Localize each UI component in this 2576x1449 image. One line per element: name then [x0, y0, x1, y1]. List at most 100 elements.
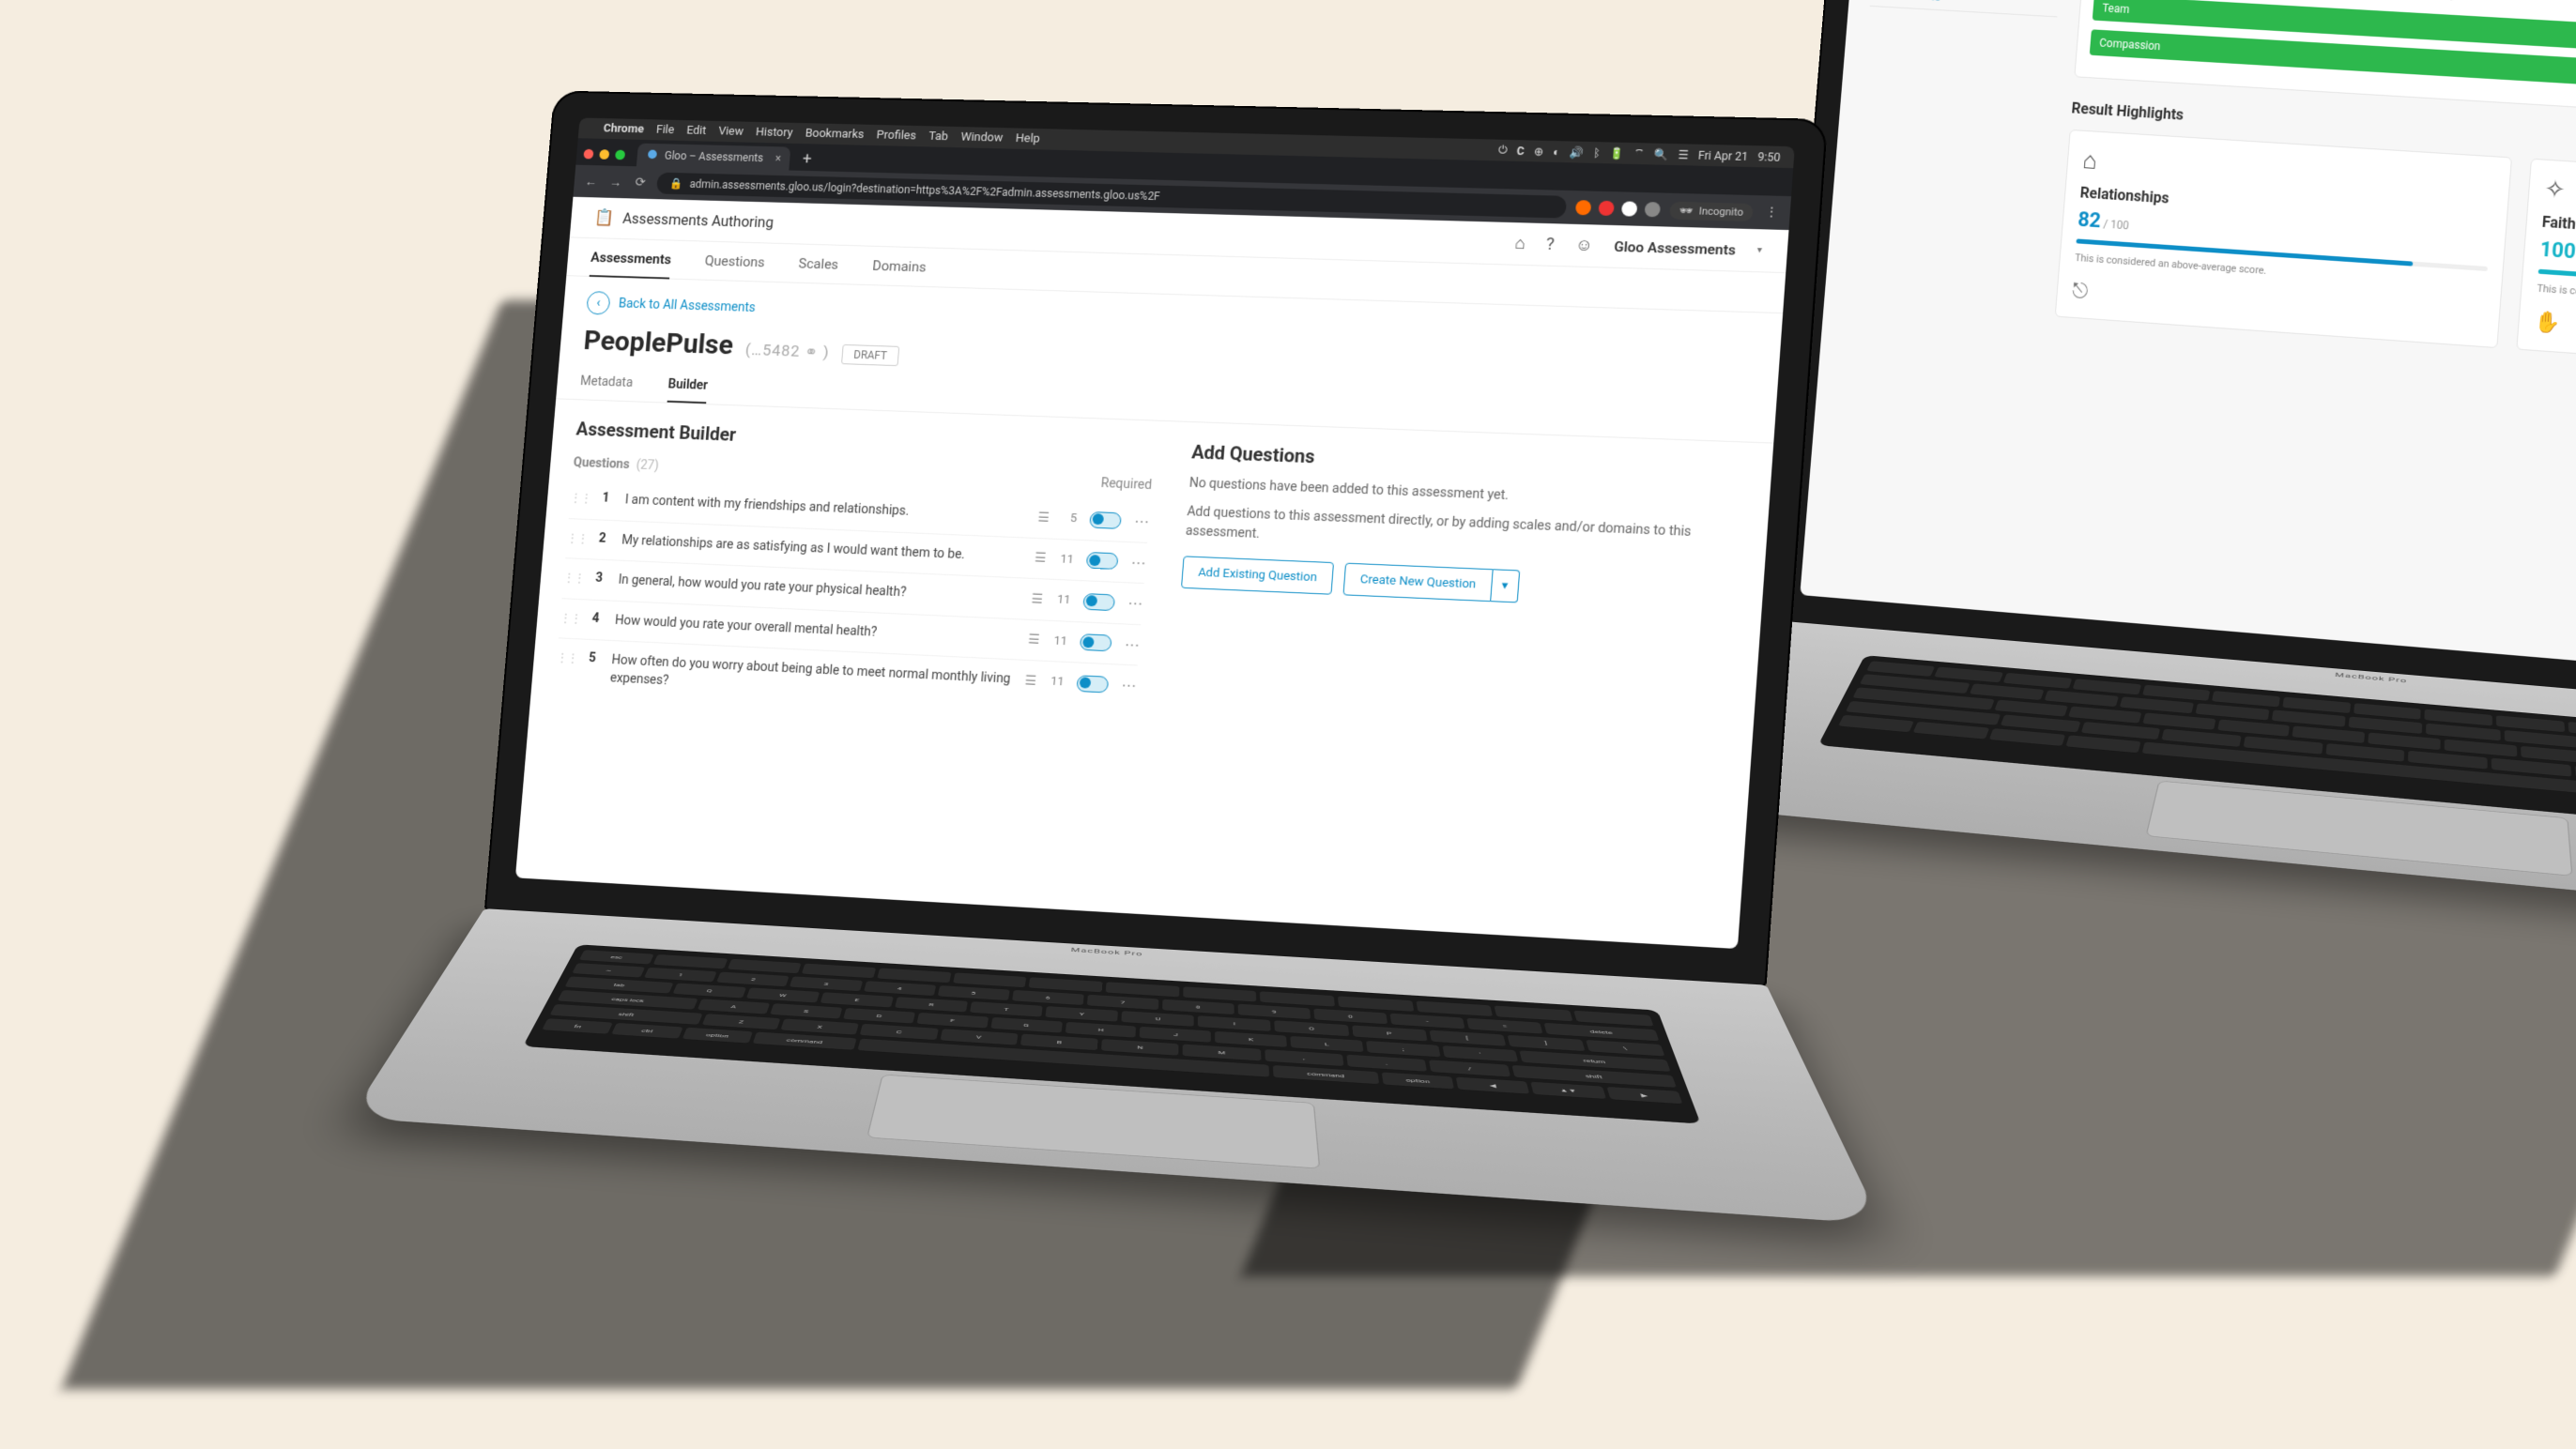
- required-toggle[interactable]: [1086, 552, 1119, 570]
- scale-points: 11: [1049, 675, 1065, 689]
- menu-profiles[interactable]: Profiles: [876, 129, 916, 143]
- question-number: 2: [598, 531, 611, 546]
- favicon-icon: [648, 150, 657, 160]
- kebab-menu-icon[interactable]: ⋮: [1762, 205, 1781, 220]
- question-number: 3: [595, 571, 608, 586]
- volume-icon[interactable]: 🔊: [1569, 145, 1584, 159]
- more-menu-icon[interactable]: ⋯: [1127, 594, 1143, 612]
- close-tab-icon[interactable]: ×: [774, 152, 781, 165]
- nav-reload-icon[interactable]: ⟳: [632, 175, 649, 191]
- menu-file[interactable]: File: [655, 123, 674, 137]
- wifi-icon[interactable]: ⌔: [1633, 146, 1646, 160]
- incognito-icon: 🕶: [1679, 204, 1694, 216]
- incognito-badge: 🕶 Incognito: [1669, 201, 1754, 221]
- extension-icon[interactable]: [1645, 202, 1662, 217]
- create-new-question-dropdown[interactable]: ▾: [1491, 569, 1520, 602]
- extension-icons[interactable]: [1575, 200, 1661, 217]
- lock-icon: 🔒: [669, 177, 683, 191]
- clipboard-icon: 📋: [593, 208, 615, 228]
- menu-help[interactable]: Help: [1015, 131, 1040, 145]
- browser-tab[interactable]: Gloo – Assessments ×: [636, 144, 791, 171]
- question-text: My relationships are as satisfying as I …: [621, 532, 1024, 567]
- assessment-id: (…5482 ⚭ ): [744, 341, 830, 361]
- extension-icon[interactable]: [1599, 201, 1616, 216]
- more-menu-icon[interactable]: ⋯: [1130, 554, 1146, 572]
- bluetooth-icon[interactable]: ᛒ: [1593, 146, 1601, 160]
- nav-forward-icon[interactable]: →: [607, 175, 624, 191]
- battery-icon[interactable]: 🔋: [1609, 146, 1624, 160]
- drag-handle-icon[interactable]: ⋮⋮: [563, 572, 586, 585]
- add-existing-question-button[interactable]: Add Existing Question: [1181, 556, 1334, 594]
- questions-label: Questions: [573, 455, 630, 472]
- menu-bookmarks[interactable]: Bookmarks: [805, 127, 865, 142]
- status-badge: DRAFT: [841, 344, 899, 366]
- scale-points: 5: [1062, 511, 1078, 526]
- status-icon[interactable]: ⊕: [1533, 145, 1543, 158]
- highlight-card-faith[interactable]: ✧ Faith 100 / 100 This is considered a b…: [2516, 159, 2576, 383]
- scale-type-icon[interactable]: ☰: [1028, 633, 1041, 648]
- menu-view[interactable]: View: [718, 125, 744, 139]
- laptop-assessments: Chrome File Edit View History Bookmarks …: [455, 90, 1828, 1350]
- drag-handle-icon[interactable]: ⋮⋮: [570, 491, 592, 504]
- more-menu-icon[interactable]: ⋯: [1124, 635, 1140, 653]
- builder-column: Assessment Builder Questions (27) Requir…: [554, 418, 1156, 724]
- required-toggle[interactable]: [1082, 593, 1115, 611]
- more-menu-icon[interactable]: ⋯: [1133, 512, 1149, 530]
- drag-handle-icon[interactable]: ⋮⋮: [560, 611, 582, 624]
- status-icon[interactable]: C: [1516, 145, 1525, 158]
- scale-points: 11: [1052, 634, 1068, 648]
- drag-handle-icon[interactable]: ⋮⋮: [557, 651, 579, 665]
- tab-title: Gloo – Assessments: [664, 149, 763, 164]
- assessments-app: 📋 Assessments Authoring ⌂ ? ☺ Gloo Asses…: [515, 197, 1789, 949]
- nav-assessments[interactable]: Assessments: [590, 238, 673, 279]
- scale-type-icon[interactable]: ☰: [1035, 551, 1048, 566]
- more-menu-icon[interactable]: ⋯: [1121, 677, 1137, 694]
- control-center-icon[interactable]: ☰: [1678, 148, 1689, 161]
- nav-back-icon[interactable]: ←: [583, 174, 600, 190]
- create-new-question-button[interactable]: Create New Question: [1343, 563, 1494, 602]
- scale-type-icon[interactable]: ☰: [1024, 673, 1037, 688]
- print-results-link[interactable]: Print Results: [1870, 0, 2060, 17]
- extension-icon[interactable]: [1621, 201, 1638, 216]
- status-icon[interactable]: ⏻: [1498, 144, 1509, 158]
- profile-icon[interactable]: ☺: [1574, 236, 1593, 255]
- questions-count: (27): [636, 458, 659, 473]
- help-icon[interactable]: ?: [1545, 235, 1555, 254]
- menu-edit[interactable]: Edit: [686, 124, 707, 138]
- assessment-name: PeoplePulse: [582, 325, 734, 361]
- extension-icon[interactable]: [1575, 200, 1591, 215]
- question-number: 4: [591, 611, 605, 626]
- scale-type-icon[interactable]: ☰: [1037, 510, 1050, 525]
- chevron-left-icon: ‹: [586, 291, 610, 315]
- scale-points: 11: [1055, 593, 1071, 607]
- menubar-app-name[interactable]: Chrome: [603, 122, 644, 136]
- status-icon[interactable]: ◐: [1553, 145, 1560, 159]
- dashboard-sidebar: Download CSV Print Results: [1846, 0, 2062, 315]
- subtab-builder[interactable]: Builder: [667, 368, 709, 404]
- home-icon[interactable]: ⌂: [1514, 234, 1526, 253]
- chevron-down-icon[interactable]: ▾: [1756, 245, 1762, 255]
- scale-type-icon[interactable]: ☰: [1031, 591, 1044, 606]
- menu-tab[interactable]: Tab: [928, 130, 949, 144]
- nav-domains[interactable]: Domains: [871, 247, 928, 286]
- required-toggle[interactable]: [1080, 633, 1112, 651]
- required-toggle[interactable]: [1089, 511, 1122, 528]
- required-toggle[interactable]: [1077, 675, 1110, 693]
- nav-questions[interactable]: Questions: [703, 242, 766, 282]
- highlight-card-relationships[interactable]: ⌂ Relationships 82 / 100 This is conside…: [2055, 130, 2512, 349]
- question-text: I am content with my friendships and rel…: [624, 492, 1028, 526]
- window-controls[interactable]: [583, 148, 625, 160]
- menu-history[interactable]: History: [756, 126, 793, 140]
- url-text: admin.assessments.gloo.us/login?destinat…: [689, 177, 1160, 203]
- new-tab-button[interactable]: +: [792, 149, 820, 169]
- nav-scales[interactable]: Scales: [797, 244, 840, 283]
- menu-window[interactable]: Window: [960, 130, 1004, 145]
- question-number: 1: [602, 491, 615, 506]
- menubar-time[interactable]: 9:50: [1757, 150, 1781, 164]
- drag-handle-icon[interactable]: ⋮⋮: [567, 531, 590, 544]
- subtab-metadata[interactable]: Metadata: [579, 365, 635, 401]
- add-questions-panel: Add Questions No questions have been add…: [1171, 441, 1747, 755]
- menubar-date[interactable]: Fri Apr 21: [1698, 148, 1749, 162]
- search-icon[interactable]: 🔍: [1654, 147, 1669, 160]
- laptop-dashboard: ♡ ☺ ☰ Download CSV Print Results Domains…: [1747, 0, 2576, 1055]
